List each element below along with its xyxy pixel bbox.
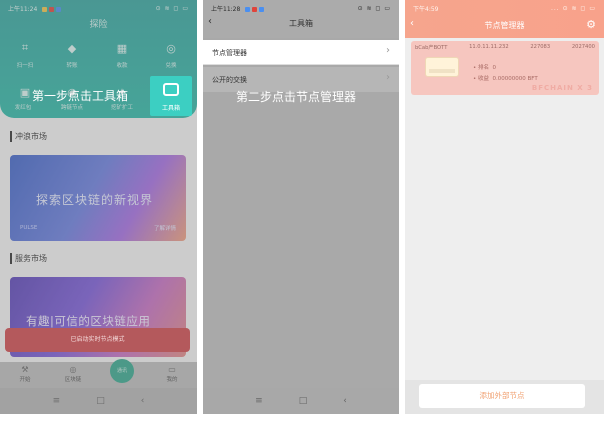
status-bar: 下午4:59 ... ⊙ ≋ ◻ ▭ — [405, 0, 604, 16]
gear-icon[interactable]: ⚙ — [586, 18, 596, 31]
page-title: 节点管理器 — [484, 21, 525, 30]
list-item-node-manager[interactable]: 节点管理器 › — [203, 40, 399, 65]
step-caption: 第二步点击节点管理器 — [236, 90, 357, 104]
status-time: 上午11:28 — [211, 5, 241, 13]
node-id: 227083 — [530, 44, 551, 50]
card-watermark: BFCHAIN X 3 — [531, 84, 593, 92]
node-ip: 11.0.11.11.232 — [469, 44, 509, 50]
status-time: 下午4:59 — [413, 5, 439, 13]
back-icon[interactable]: ‹ — [343, 396, 347, 406]
list-item-label: 公开的交换 — [212, 76, 247, 84]
node-name: bCab产BOTT — [415, 45, 448, 51]
chevron-right-icon: › — [386, 72, 390, 83]
phone-home: 上午11:24 ⊙ ≋ ◻ ▭ 探险 ⌗ 扫一扫 ◆ 转账 ▦ 收款 ◎ 兑换 … — [0, 0, 197, 414]
page-title: 工具箱 — [289, 19, 313, 28]
toolbox-icon — [163, 83, 179, 96]
add-external-node-button[interactable]: 添加外部节点 — [419, 384, 585, 408]
bottom-action-area: 添加外部节点 — [405, 380, 604, 414]
node-earnings: • 收益 0.00000000 BFT — [473, 76, 538, 82]
status-icons: ⊙ ≋ ◻ ▭ — [357, 4, 391, 12]
phone-node-manager: 下午4:59 ... ⊙ ≋ ◻ ▭ ‹ 节点管理器 ⚙ bCab产BOTT 1… — [405, 0, 604, 414]
system-nav-bar: ≡ □ ‹ — [203, 388, 399, 414]
toolbox-label: 工具箱 — [161, 105, 180, 112]
node-port: 2027400 — [571, 44, 595, 50]
screenshot-root: 上午11:24 ⊙ ≋ ◻ ▭ 探险 ⌗ 扫一扫 ◆ 转账 ▦ 收款 ◎ 兑换 … — [0, 0, 606, 424]
node-card[interactable]: bCab产BOTT 11.0.11.11.232 227083 2027400 … — [411, 41, 599, 95]
chevron-right-icon: › — [386, 45, 390, 56]
status-bar: 上午11:28 ⊙ ≋ ◻ ▭ — [203, 0, 399, 16]
status-icons: ... ⊙ ≋ ◻ ▭ — [550, 4, 596, 12]
toolbox-button[interactable]: 工具箱 — [150, 76, 192, 116]
step-caption: 第一步点击工具箱 — [32, 89, 129, 103]
menu-icon[interactable]: ≡ — [255, 396, 263, 406]
notification-icons — [245, 6, 265, 12]
server-icon — [425, 57, 459, 77]
home-icon[interactable]: □ — [299, 396, 308, 406]
list-item-label: 节点管理器 — [212, 49, 247, 57]
toast-message: 已启动实时节点模式 — [5, 328, 190, 352]
node-card-meta: bCab产BOTT 11.0.11.11.232 227083 2027400 — [415, 44, 595, 51]
phone-toolbox: 上午11:28 ⊙ ≋ ◻ ▭ ‹ 工具箱 节点管理器 › 公开的交换 › 第二… — [203, 0, 399, 414]
node-rank: • 排名 0 — [473, 65, 496, 71]
